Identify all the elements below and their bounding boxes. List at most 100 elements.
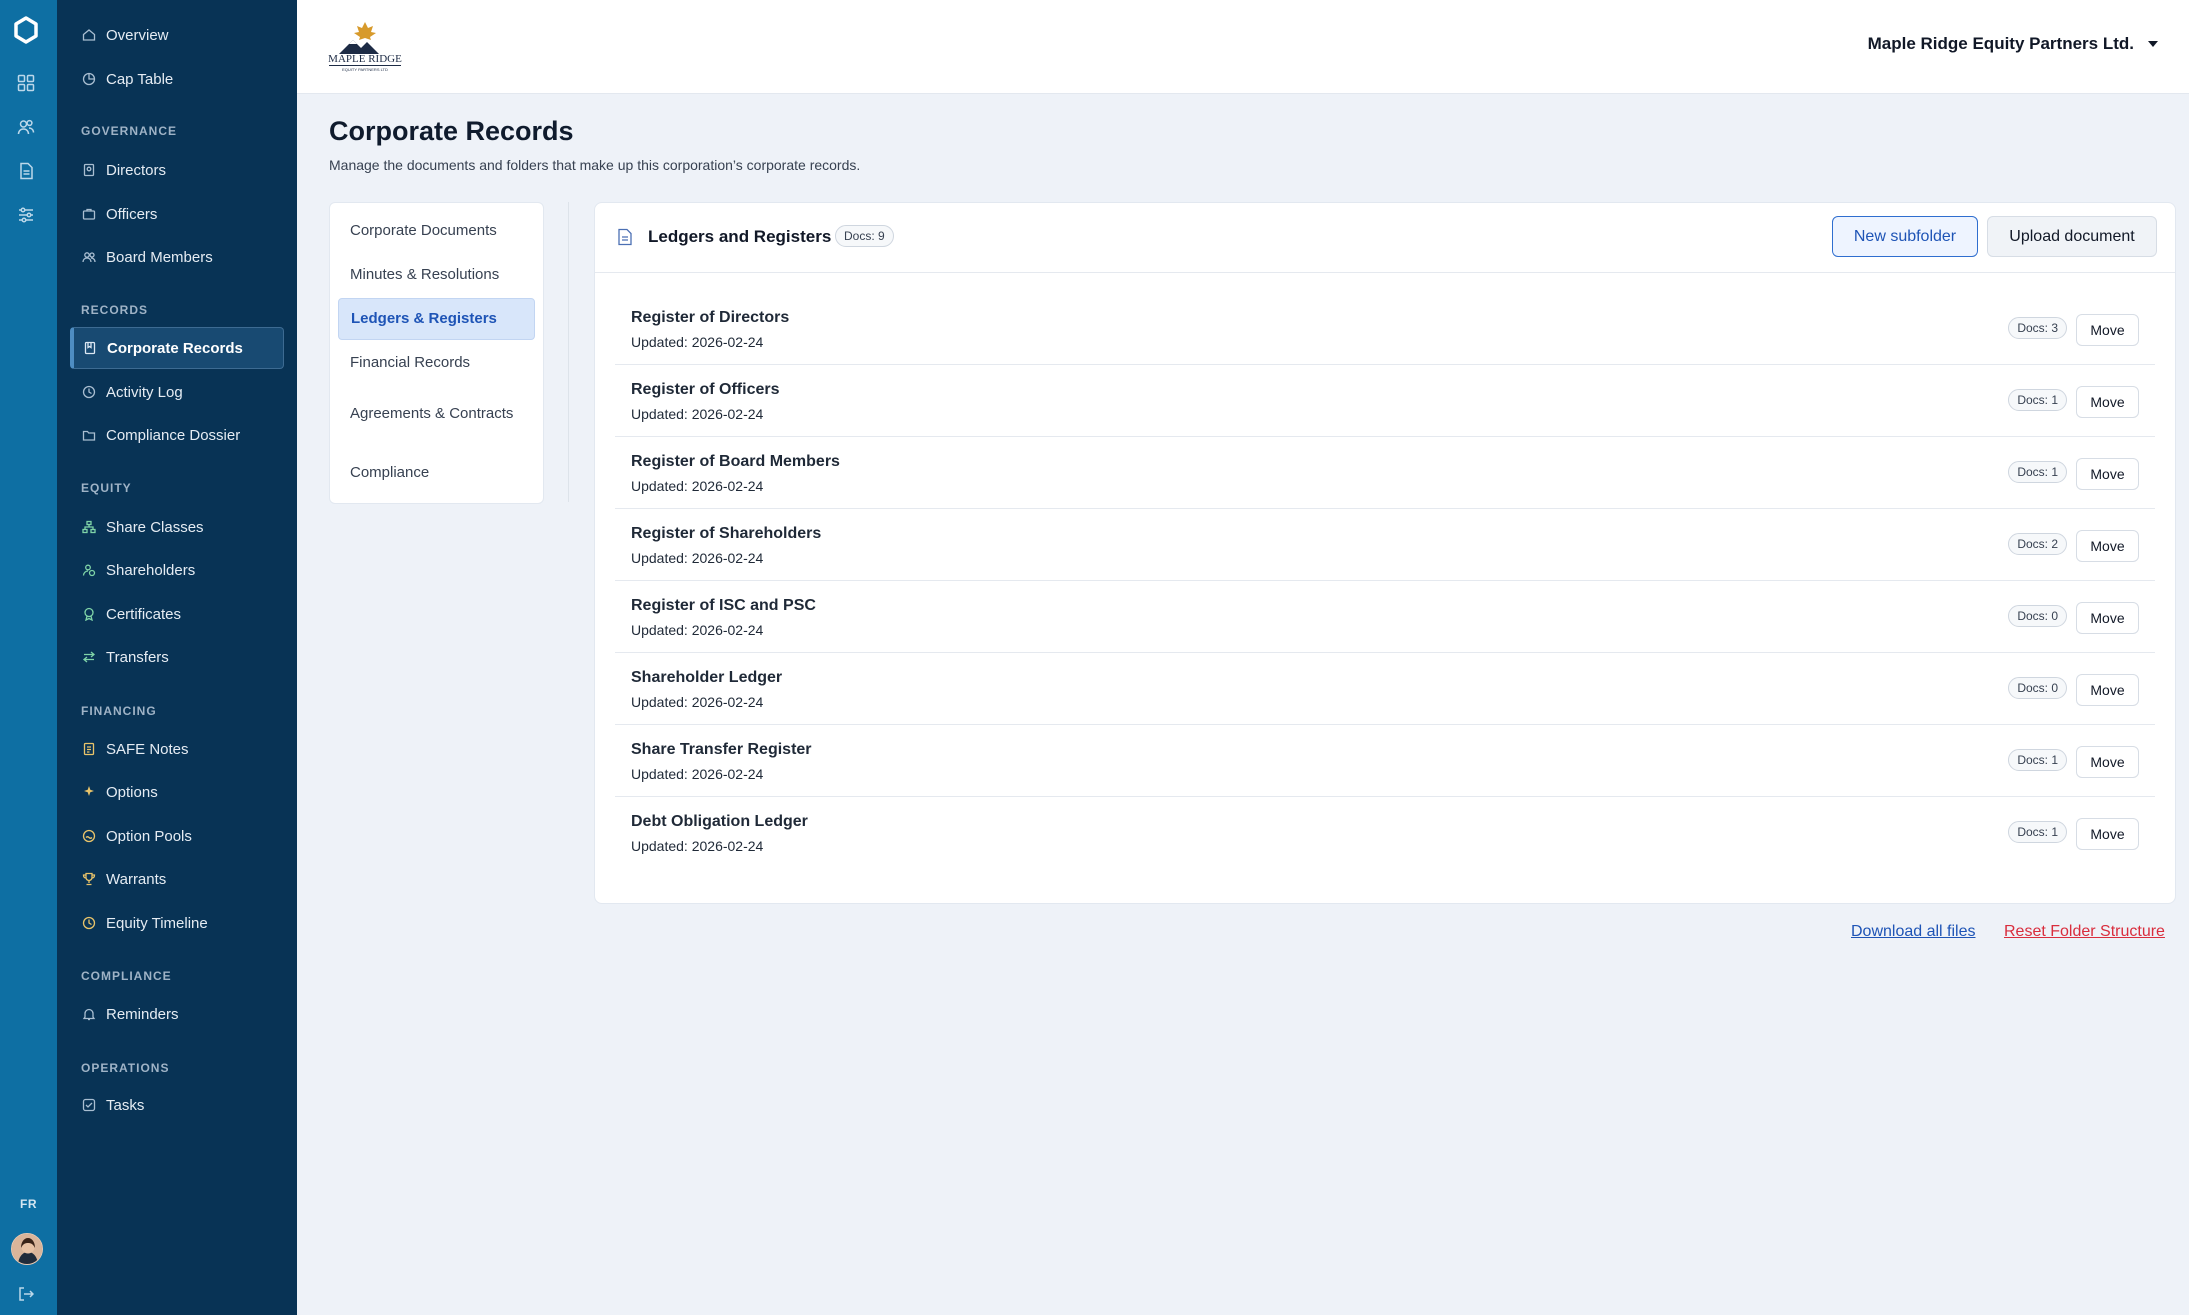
- arrows-swap-icon: [82, 650, 96, 664]
- sidebar-item-corporate-records[interactable]: Corporate Records: [70, 327, 284, 369]
- sidebar-item-equity-timeline[interactable]: Equity Timeline: [70, 902, 284, 944]
- sidebar-item-warrants[interactable]: Warrants: [70, 858, 284, 900]
- company-switcher[interactable]: Maple Ridge Equity Partners Ltd.: [1868, 34, 2158, 54]
- list-item[interactable]: Share Transfer Register Updated: 2026-02…: [615, 725, 2155, 797]
- dashboard-grid-icon[interactable]: [15, 72, 37, 94]
- sidebar-item-label: Overview: [106, 26, 169, 44]
- sidebar-item-label: Corporate Records: [107, 339, 243, 357]
- app-logo-icon[interactable]: [12, 16, 40, 44]
- folder-list: Corporate Documents Minutes & Resolution…: [329, 202, 544, 504]
- docs-count-badge: Docs: 3: [2008, 317, 2067, 339]
- move-button[interactable]: Move: [2076, 386, 2139, 418]
- folder-compliance[interactable]: Compliance: [338, 453, 535, 493]
- folder-corporate-documents[interactable]: Corporate Documents: [338, 211, 535, 251]
- section-records: RECORDS: [81, 303, 149, 317]
- clock-icon: [82, 385, 96, 399]
- sidebar-item-label: Transfers: [106, 648, 169, 666]
- move-button[interactable]: Move: [2076, 818, 2139, 850]
- sidebar-item-transfers[interactable]: Transfers: [70, 636, 284, 678]
- item-updated: Updated: 2026-02-24: [631, 334, 764, 350]
- sidebar-item-label: Options: [106, 783, 158, 801]
- sidebar-item-label: Activity Log: [106, 383, 183, 401]
- move-button[interactable]: Move: [2076, 746, 2139, 778]
- page-subtitle: Manage the documents and folders that ma…: [329, 157, 861, 173]
- sidebar-item-board-members[interactable]: Board Members: [70, 236, 284, 278]
- sidebar-item-label: SAFE Notes: [106, 740, 189, 758]
- sidebar-item-activity-log[interactable]: Activity Log: [70, 371, 284, 413]
- folder-agreements-contracts[interactable]: Agreements & Contracts: [338, 389, 535, 439]
- docs-count-badge: Docs: 9: [835, 225, 894, 247]
- sidebar-item-safe-notes[interactable]: SAFE Notes: [70, 728, 284, 770]
- panel-header: Ledgers and Registers Docs: 9 New subfol…: [595, 203, 2175, 273]
- move-button[interactable]: Move: [2076, 530, 2139, 562]
- move-button[interactable]: Move: [2076, 602, 2139, 634]
- item-name: Shareholder Ledger: [631, 669, 783, 686]
- sidebar-item-option-pools[interactable]: Option Pools: [70, 815, 284, 857]
- sidebar-item-reminders[interactable]: Reminders: [70, 993, 284, 1035]
- sidebar-item-compliance-dossier[interactable]: Compliance Dossier: [70, 414, 284, 456]
- new-subfolder-button[interactable]: New subfolder: [1832, 216, 1978, 257]
- sidebar-item-cap-table[interactable]: Cap Table: [70, 58, 284, 100]
- sidebar-item-label: Equity Timeline: [106, 914, 208, 932]
- folder-financial-records[interactable]: Financial Records: [338, 343, 535, 383]
- timeline-icon: [82, 916, 96, 930]
- sidebar-item-label: Officers: [106, 205, 158, 223]
- folder-ledgers-registers[interactable]: Ledgers & Registers: [338, 298, 535, 340]
- item-name: Register of Directors: [631, 309, 790, 326]
- move-button[interactable]: Move: [2076, 674, 2139, 706]
- sidebar-item-share-classes[interactable]: Share Classes: [70, 506, 284, 548]
- logo-text: MAPLE RIDGE: [328, 53, 402, 65]
- list-item[interactable]: Register of Shareholders Updated: 2026-0…: [615, 509, 2155, 581]
- sidebar-item-label: Compliance Dossier: [106, 426, 241, 444]
- list-item[interactable]: Register of Directors Updated: 2026-02-2…: [615, 293, 2155, 365]
- sidebar-item-shareholders[interactable]: Shareholders: [70, 549, 284, 591]
- list-item[interactable]: Register of Officers Updated: 2026-02-24…: [615, 365, 2155, 437]
- sidebar-item-options[interactable]: Options: [70, 771, 284, 813]
- list-item[interactable]: Shareholder Ledger Updated: 2026-02-24 D…: [615, 653, 2155, 725]
- id-badge-icon: [82, 163, 96, 177]
- sidebar-item-certificates[interactable]: Certificates: [70, 593, 284, 635]
- bell-icon: [82, 1007, 96, 1021]
- book-icon: [83, 341, 97, 355]
- move-button[interactable]: Move: [2076, 458, 2139, 490]
- item-name: Register of Board Members: [631, 453, 840, 470]
- sidebar-item-label: Shareholders: [106, 561, 196, 579]
- list-item[interactable]: Register of ISC and PSC Updated: 2026-02…: [615, 581, 2155, 653]
- download-all-link[interactable]: Download all files: [1851, 923, 1976, 941]
- sidebar-item-label: Directors: [106, 161, 167, 179]
- move-button[interactable]: Move: [2076, 314, 2139, 346]
- item-name: Register of Shareholders: [631, 525, 822, 542]
- pool-icon: [82, 829, 96, 843]
- item-name: Share Transfer Register: [631, 741, 812, 758]
- trophy-icon: [82, 872, 96, 886]
- hierarchy-icon: [82, 520, 96, 534]
- sidebar-item-label: Warrants: [106, 870, 167, 888]
- language-switch[interactable]: FR: [0, 1197, 57, 1211]
- sidebar-item-overview[interactable]: Overview: [70, 14, 284, 56]
- item-updated: Updated: 2026-02-24: [631, 478, 764, 494]
- company-name: Maple Ridge Equity Partners Ltd.: [1867, 34, 2134, 53]
- upload-document-button[interactable]: Upload document: [1987, 216, 2157, 257]
- list-item[interactable]: Debt Obligation Ledger Updated: 2026-02-…: [615, 797, 2155, 869]
- item-updated: Updated: 2026-02-24: [631, 694, 764, 710]
- users-icon[interactable]: [15, 116, 37, 138]
- reset-folder-structure-link[interactable]: Reset Folder Structure: [2004, 923, 2165, 941]
- avatar[interactable]: [11, 1233, 43, 1265]
- briefcase-icon: [82, 207, 96, 221]
- sidebar-item-officers[interactable]: Officers: [70, 193, 284, 235]
- sidebar-item-label: Tasks: [106, 1096, 145, 1114]
- document-icon[interactable]: [15, 160, 37, 182]
- sidebar-item-label: Board Members: [106, 248, 213, 266]
- checkbox-icon: [82, 1098, 96, 1112]
- pie-chart-icon: [82, 72, 96, 86]
- item-updated: Updated: 2026-02-24: [631, 766, 764, 782]
- company-logo: MAPLE RIDGE EQUITY PARTNERS LTD: [319, 18, 411, 72]
- sidebar-item-label: Share Classes: [106, 518, 204, 536]
- sliders-icon[interactable]: [15, 204, 37, 226]
- sidebar-item-tasks[interactable]: Tasks: [70, 1084, 284, 1126]
- sidebar-item-directors[interactable]: Directors: [70, 149, 284, 191]
- list-item[interactable]: Register of Board Members Updated: 2026-…: [615, 437, 2155, 509]
- folder-minutes-resolutions[interactable]: Minutes & Resolutions: [338, 255, 535, 295]
- section-operations: OPERATIONS: [81, 1061, 170, 1075]
- logout-icon[interactable]: [15, 1283, 37, 1305]
